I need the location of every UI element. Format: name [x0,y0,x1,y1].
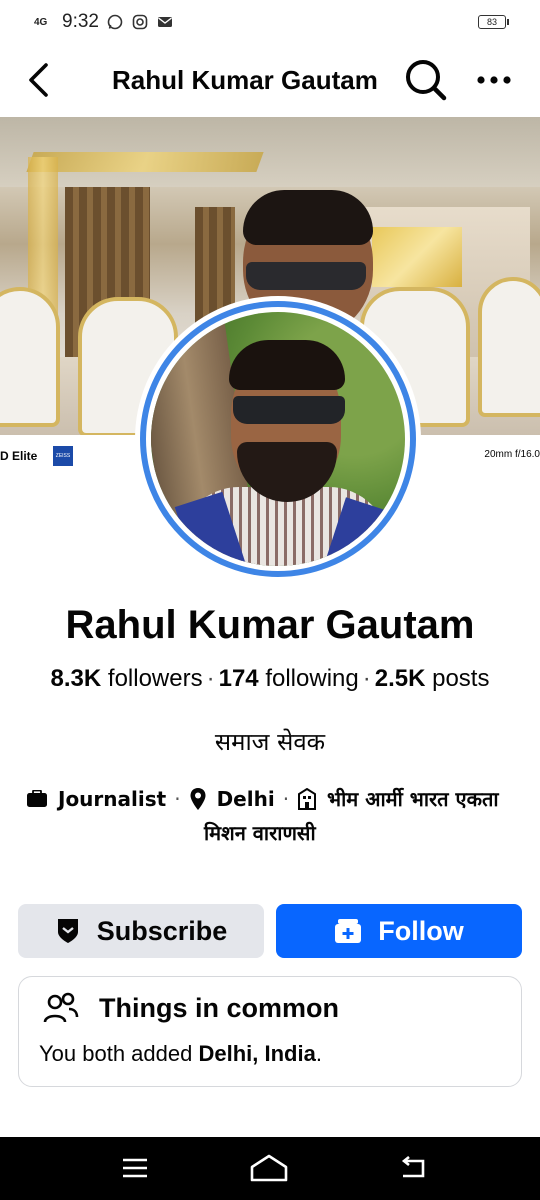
posts-label: posts [432,665,490,692]
followers-link[interactable]: 8.3K followers [51,665,203,692]
work-text: Journalist [58,787,167,811]
location-text: Delhi [216,787,275,811]
common-text: You both added Delhi, India. [39,1039,322,1069]
profile-picture[interactable] [135,296,421,582]
profile-header: Rahul Kumar Gautam [0,44,540,116]
more-options-button[interactable] [474,64,514,96]
menu-icon [123,1158,147,1178]
whatsapp-icon [107,14,124,31]
status-bar: 4G 9:32 83 [0,0,540,44]
profile-stats: 8.3K followers · 174 following · 2.5K posts [50,665,490,692]
org-text-line2: मिशन वाराणसी [204,821,316,845]
location-pin-icon [190,788,206,810]
back-arrow-icon [29,63,48,97]
people-icon [43,992,79,1023]
search-button[interactable] [404,58,448,102]
common-title: Things in common [99,993,339,1023]
zeiss-logo: ZEISS [53,446,73,466]
network-indicator: 4G [34,16,48,28]
battery-level: 83 [486,17,497,27]
following-count: 174 [218,665,259,692]
org-text-line1: भीम आर्मी भारत एकता [327,787,499,811]
home-button[interactable] [249,1151,289,1185]
profile-name: Rahul Kumar Gautam [65,603,475,647]
follow-label: Follow [378,915,464,946]
page-title: Rahul Kumar Gautam [112,65,378,95]
common-text-prefix: You both added [39,1041,199,1066]
profile-details: Journalist · Delhi · भीम आर्मी भारत एकता… [26,782,526,850]
following-label: following [265,665,359,692]
follow-add-icon [335,919,362,943]
followers-label: followers [107,665,203,692]
work-detail: Journalist [26,782,166,816]
subscribe-label: Subscribe [96,915,228,946]
location-detail: Delhi [189,782,275,816]
subscribe-button[interactable]: Subscribe [18,904,264,958]
follow-button[interactable]: Follow [276,904,522,958]
system-back-button[interactable] [392,1151,432,1185]
back-icon [401,1156,425,1178]
posts-link[interactable]: 2.5K posts [375,665,490,692]
avatar [151,312,405,566]
building-icon [298,788,317,810]
battery-icon: 83 [478,15,509,29]
following-link[interactable]: 174 following [219,665,359,692]
instagram-icon [132,14,149,31]
search-icon [406,60,447,101]
followers-count: 8.3K [50,665,102,692]
watermark-left: D Elite [0,449,38,463]
recent-apps-button[interactable] [115,1151,155,1185]
common-text-place: Delhi, India [198,1041,316,1066]
posts-count: 2.5K [374,665,426,692]
common-text-suffix: . [315,1041,322,1066]
system-nav-bar [0,1137,540,1200]
org-detail: भीम आर्मी भारत एकता [297,782,499,816]
back-button[interactable] [20,62,56,98]
status-time: 9:32 [62,11,99,32]
watermark-right: 20mm f/16.0 [484,449,540,460]
mail-icon [157,14,174,31]
shield-icon [57,919,78,943]
things-in-common-card[interactable]: Things in common You both added Delhi, I… [18,976,522,1087]
more-icon [477,76,511,84]
briefcase-icon [27,790,47,807]
profile-bio: समाज सेवक [214,728,326,756]
home-icon [250,1154,288,1182]
